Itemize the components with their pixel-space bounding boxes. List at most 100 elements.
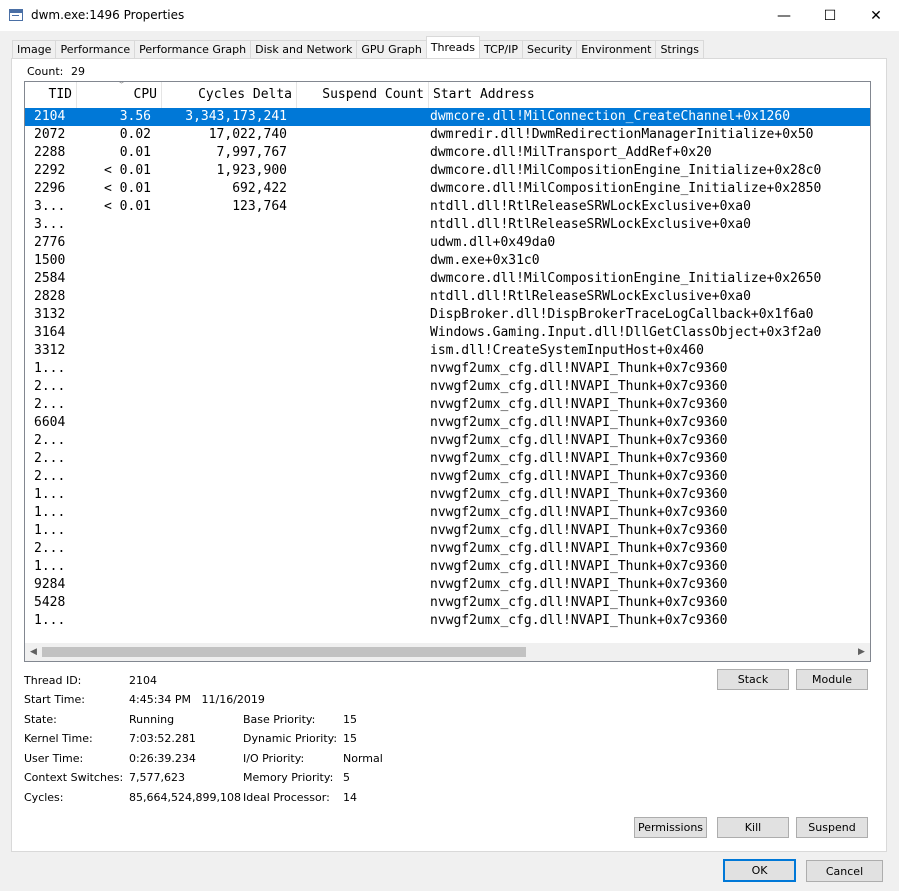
cell-tid: 9284 <box>34 577 66 592</box>
column-header-start-address[interactable]: Start Address <box>429 82 870 108</box>
thread-row[interactable]: 2... nvwgf2umx_cfg.dll!NVAPI_Thunk+0x7c93… <box>25 396 870 414</box>
cell-start-address: nvwgf2umx_cfg.dll!NVAPI_Thunk+0x7c9360 <box>430 577 728 592</box>
thread-row[interactable]: 1... nvwgf2umx_cfg.dll!NVAPI_Thunk+0x7c93… <box>25 522 870 540</box>
state-value: Running <box>129 713 175 726</box>
cell-tid: 3312 <box>34 343 66 358</box>
column-header-tid[interactable]: TID <box>25 82 77 108</box>
thread-row[interactable]: 1... nvwgf2umx_cfg.dll!NVAPI_Thunk+0x7c93… <box>25 360 870 378</box>
tab-tcp-ip[interactable]: TCP/IP <box>479 40 524 58</box>
thread-row[interactable]: 6604 nvwgf2umx_cfg.dll!NVAPI_Thunk+0x7c93… <box>25 414 870 432</box>
tab-image[interactable]: Image <box>12 40 57 58</box>
tab-environment[interactable]: Environment <box>576 40 657 58</box>
module-button[interactable]: Module <box>796 669 868 690</box>
thread-row[interactable]: 1... nvwgf2umx_cfg.dll!NVAPI_Thunk+0x7c93… <box>25 558 870 576</box>
thread-row[interactable]: 1500 dwm.exe+0x31c0 <box>25 252 870 270</box>
ok-button[interactable]: OK <box>723 859 796 882</box>
tab-disk-and-network[interactable]: Disk and Network <box>250 40 358 58</box>
io-priority-label: I/O Priority: <box>243 752 305 765</box>
tab-security[interactable]: Security <box>522 40 578 58</box>
thread-row[interactable]: 5428 nvwgf2umx_cfg.dll!NVAPI_Thunk+0x7c93… <box>25 594 870 612</box>
base-priority-label: Base Priority: <box>243 713 316 726</box>
dynamic-priority-value: 15 <box>343 732 357 745</box>
thread-row[interactable]: 2828 ntdll.dll!RtlReleaseSRWLockExclusive… <box>25 288 870 306</box>
tab-performance-graph[interactable]: Performance Graph <box>134 40 252 58</box>
cell-tid: 2776 <box>34 235 66 250</box>
cell-start-address: dwmcore.dll!MilCompositionEngine_Initial… <box>430 271 822 286</box>
cell-tid: 2... <box>34 433 66 448</box>
column-start-label: Start Address <box>433 87 535 102</box>
thread-row[interactable]: 2288 0.01 7,997,767 dwmcore.dll!MilTranspor… <box>25 144 870 162</box>
cell-tid: 2... <box>34 469 66 484</box>
thread-row[interactable]: 2... nvwgf2umx_cfg.dll!NVAPI_Thunk+0x7c93… <box>25 540 870 558</box>
cell-start-address: nvwgf2umx_cfg.dll!NVAPI_Thunk+0x7c9360 <box>430 451 728 466</box>
thread-row[interactable]: 9284 nvwgf2umx_cfg.dll!NVAPI_Thunk+0x7c93… <box>25 576 870 594</box>
thread-row[interactable]: 2292 < 0.01 1,923,900 dwmcore.dll!MilCompos… <box>25 162 870 180</box>
thread-row[interactable]: 3312 ism.dll!CreateSystemInputHost+0x460 <box>25 342 870 360</box>
tab-threads[interactable]: Threads <box>425 36 481 58</box>
cell-cpu: < 0.01 <box>104 199 151 214</box>
cell-start-address: dwm.exe+0x31c0 <box>430 253 540 268</box>
thread-row[interactable]: 3132 DispBroker.dll!DispBrokerTraceLogCal… <box>25 306 870 324</box>
thread-row[interactable]: 2584 dwmcore.dll!MilCompositionEngine_Ini… <box>25 270 870 288</box>
cell-cycles-delta: 7,997,767 <box>216 145 287 160</box>
cell-start-address: nvwgf2umx_cfg.dll!NVAPI_Thunk+0x7c9360 <box>430 523 728 538</box>
thread-rows: 2104 3.56 3,343,173,241 dwmcore.dll!MilConn… <box>25 108 870 630</box>
thread-row[interactable]: 2296 < 0.01 692,422 dwmcore.dll!MilComposit… <box>25 180 870 198</box>
window-title: dwm.exe:1496 Properties <box>31 8 185 22</box>
tab-performance[interactable]: Performance <box>55 40 136 58</box>
thread-row[interactable]: 2776 udwm.dll+0x49da0 <box>25 234 870 252</box>
thread-row[interactable]: 2104 3.56 3,343,173,241 dwmcore.dll!MilConn… <box>25 108 870 126</box>
column-header-cpu[interactable]: ﹀ CPU <box>77 82 162 108</box>
thread-row[interactable]: 1... nvwgf2umx_cfg.dll!NVAPI_Thunk+0x7c93… <box>25 504 870 522</box>
scrollbar-thumb[interactable] <box>42 647 526 657</box>
cancel-button[interactable]: Cancel <box>806 860 883 882</box>
thread-row[interactable]: 3164 Windows.Gaming.Input.dll!DllGetClass… <box>25 324 870 342</box>
memory-priority-label: Memory Priority: <box>243 771 334 784</box>
cell-start-address: nvwgf2umx_cfg.dll!NVAPI_Thunk+0x7c9360 <box>430 595 728 610</box>
cell-cycles-delta: 692,422 <box>232 181 287 196</box>
thread-id-label: Thread ID: <box>24 674 82 687</box>
thread-row[interactable]: 2... nvwgf2umx_cfg.dll!NVAPI_Thunk+0x7c93… <box>25 450 870 468</box>
thread-row[interactable]: 3... < 0.01 123,764 ntdll.dll!RtlReleaseSRW… <box>25 198 870 216</box>
scroll-right-icon[interactable]: ▶ <box>853 643 870 661</box>
column-header-cycles-delta[interactable]: Cycles Delta <box>162 82 297 108</box>
cell-cpu: 0.01 <box>119 145 151 160</box>
cell-tid: 6604 <box>34 415 66 430</box>
horizontal-scrollbar[interactable]: ◀ ▶ <box>25 643 870 661</box>
permissions-button[interactable]: Permissions <box>634 817 707 838</box>
cell-cpu: < 0.01 <box>104 163 151 178</box>
cell-start-address: nvwgf2umx_cfg.dll!NVAPI_Thunk+0x7c9360 <box>430 487 728 502</box>
tab-gpu-graph[interactable]: GPU Graph <box>356 40 427 58</box>
close-button[interactable]: ✕ <box>853 0 899 31</box>
cell-tid: 1... <box>34 505 66 520</box>
thread-row[interactable]: 3... ntdll.dll!RtlReleaseSRWLockExclusive… <box>25 216 870 234</box>
stack-button[interactable]: Stack <box>717 669 789 690</box>
thread-row[interactable]: 2... nvwgf2umx_cfg.dll!NVAPI_Thunk+0x7c93… <box>25 378 870 396</box>
cycles-label: Cycles: <box>24 791 64 804</box>
column-header-suspend-count[interactable]: Suspend Count <box>297 82 429 108</box>
cell-start-address: ntdll.dll!RtlReleaseSRWLockExclusive+0xa… <box>430 199 751 214</box>
thread-row[interactable]: 2072 0.02 17,022,740 dwmredir.dll!DwmRedire… <box>25 126 870 144</box>
sort-descending-icon: ﹀ <box>117 82 127 91</box>
minimize-button[interactable]: — <box>761 0 807 31</box>
user-time-label: User Time: <box>24 752 84 765</box>
thread-row[interactable]: 1... nvwgf2umx_cfg.dll!NVAPI_Thunk+0x7c93… <box>25 612 870 630</box>
kill-button[interactable]: Kill <box>717 817 789 838</box>
tab-strings[interactable]: Strings <box>655 40 704 58</box>
cell-cpu: < 0.01 <box>104 181 151 196</box>
threads-listview[interactable]: TID ﹀ CPU Cycles Delta Suspend Count Star… <box>24 81 871 662</box>
cell-cpu: 3.56 <box>119 109 151 124</box>
thread-row[interactable]: 1... nvwgf2umx_cfg.dll!NVAPI_Thunk+0x7c93… <box>25 486 870 504</box>
suspend-button[interactable]: Suspend <box>796 817 868 838</box>
cell-tid: 2... <box>34 397 66 412</box>
thread-row[interactable]: 2... nvwgf2umx_cfg.dll!NVAPI_Thunk+0x7c93… <box>25 468 870 486</box>
maximize-button[interactable]: ☐ <box>807 0 853 31</box>
cell-tid: 1... <box>34 559 66 574</box>
cell-cycles-delta: 17,022,740 <box>208 127 287 142</box>
cell-cycles-delta: 123,764 <box>232 199 287 214</box>
ideal-processor-value: 14 <box>343 791 357 804</box>
start-time-value: 4:45:34 PM 11/16/2019 <box>129 693 265 706</box>
thread-row[interactable]: 2... nvwgf2umx_cfg.dll!NVAPI_Thunk+0x7c93… <box>25 432 870 450</box>
cell-start-address: nvwgf2umx_cfg.dll!NVAPI_Thunk+0x7c9360 <box>430 415 728 430</box>
scroll-left-icon[interactable]: ◀ <box>25 643 42 661</box>
